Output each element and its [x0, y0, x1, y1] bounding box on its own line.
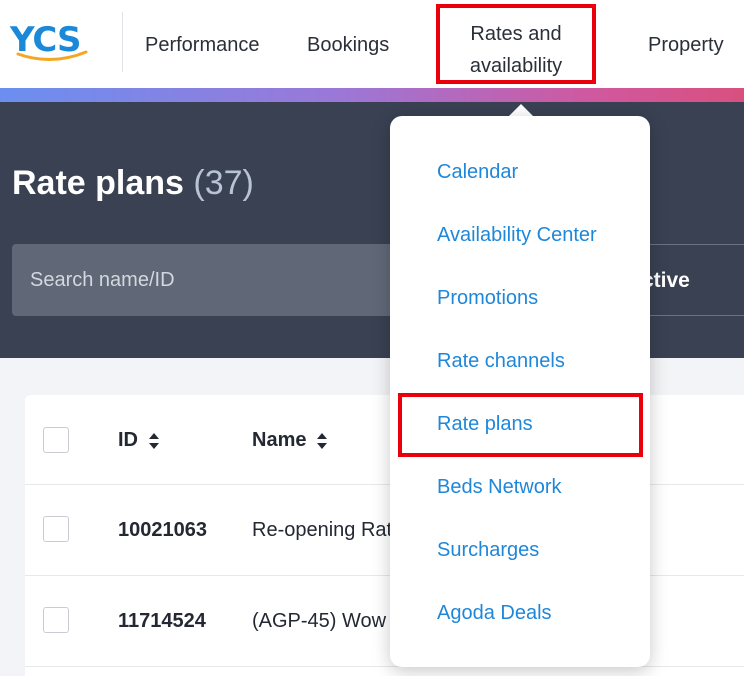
nav-divider: [122, 12, 123, 72]
nav-item-property[interactable]: Property: [648, 32, 724, 58]
nav-item-performance[interactable]: Performance: [145, 32, 260, 58]
menu-item-rate-channels[interactable]: Rate channels: [437, 349, 565, 373]
nav-item-rates-and-availability[interactable]: Rates and availability: [436, 4, 596, 84]
search-box: [12, 244, 412, 316]
menu-item-rate-plans[interactable]: Rate plans: [437, 412, 533, 436]
rate-plan-id: 11714524: [118, 610, 206, 632]
page-title: Rate plans (37): [12, 164, 254, 203]
column-header-name[interactable]: Name: [252, 429, 328, 452]
nav-item-bookings[interactable]: Bookings: [307, 32, 389, 58]
sort-icon: [149, 432, 159, 449]
nav-item-rates-line2: availability: [469, 55, 563, 77]
row-checkbox[interactable]: [43, 516, 69, 542]
rates-availability-dropdown: Calendar Availability Center Promotions …: [390, 116, 650, 667]
row-checkbox[interactable]: [43, 607, 69, 633]
menu-item-beds-network[interactable]: Beds Network: [437, 475, 562, 499]
page-title-text: Rate plans: [12, 164, 184, 202]
rate-plan-count: (37): [193, 164, 254, 202]
ycs-logo[interactable]: YCS: [10, 20, 90, 68]
logo-swoosh-icon: [16, 50, 88, 62]
menu-item-agoda-deals[interactable]: Agoda Deals: [437, 601, 552, 625]
menu-item-availability-center[interactable]: Availability Center: [437, 223, 597, 247]
dropdown-caret: [509, 104, 533, 116]
gradient-divider: [0, 88, 744, 102]
search-input[interactable]: [12, 244, 412, 316]
rate-plan-name[interactable]: (AGP-45) Wow: [252, 610, 386, 633]
menu-item-calendar[interactable]: Calendar: [437, 160, 518, 184]
nav-item-rates-line1: Rates and: [470, 23, 562, 45]
select-all-checkbox[interactable]: [43, 427, 69, 453]
column-header-id-label: ID: [118, 429, 138, 451]
top-navigation: YCS Performance Bookings Rates and avail…: [0, 0, 744, 88]
menu-item-promotions[interactable]: Promotions: [437, 286, 538, 310]
rate-plan-name[interactable]: Re-opening Rat: [252, 519, 392, 542]
sort-icon: [317, 432, 328, 449]
column-header-name-label: Name: [252, 429, 307, 451]
menu-item-surcharges[interactable]: Surcharges: [437, 538, 539, 562]
column-header-id[interactable]: ID: [118, 429, 160, 452]
rate-plan-id: 10021063: [118, 519, 207, 541]
